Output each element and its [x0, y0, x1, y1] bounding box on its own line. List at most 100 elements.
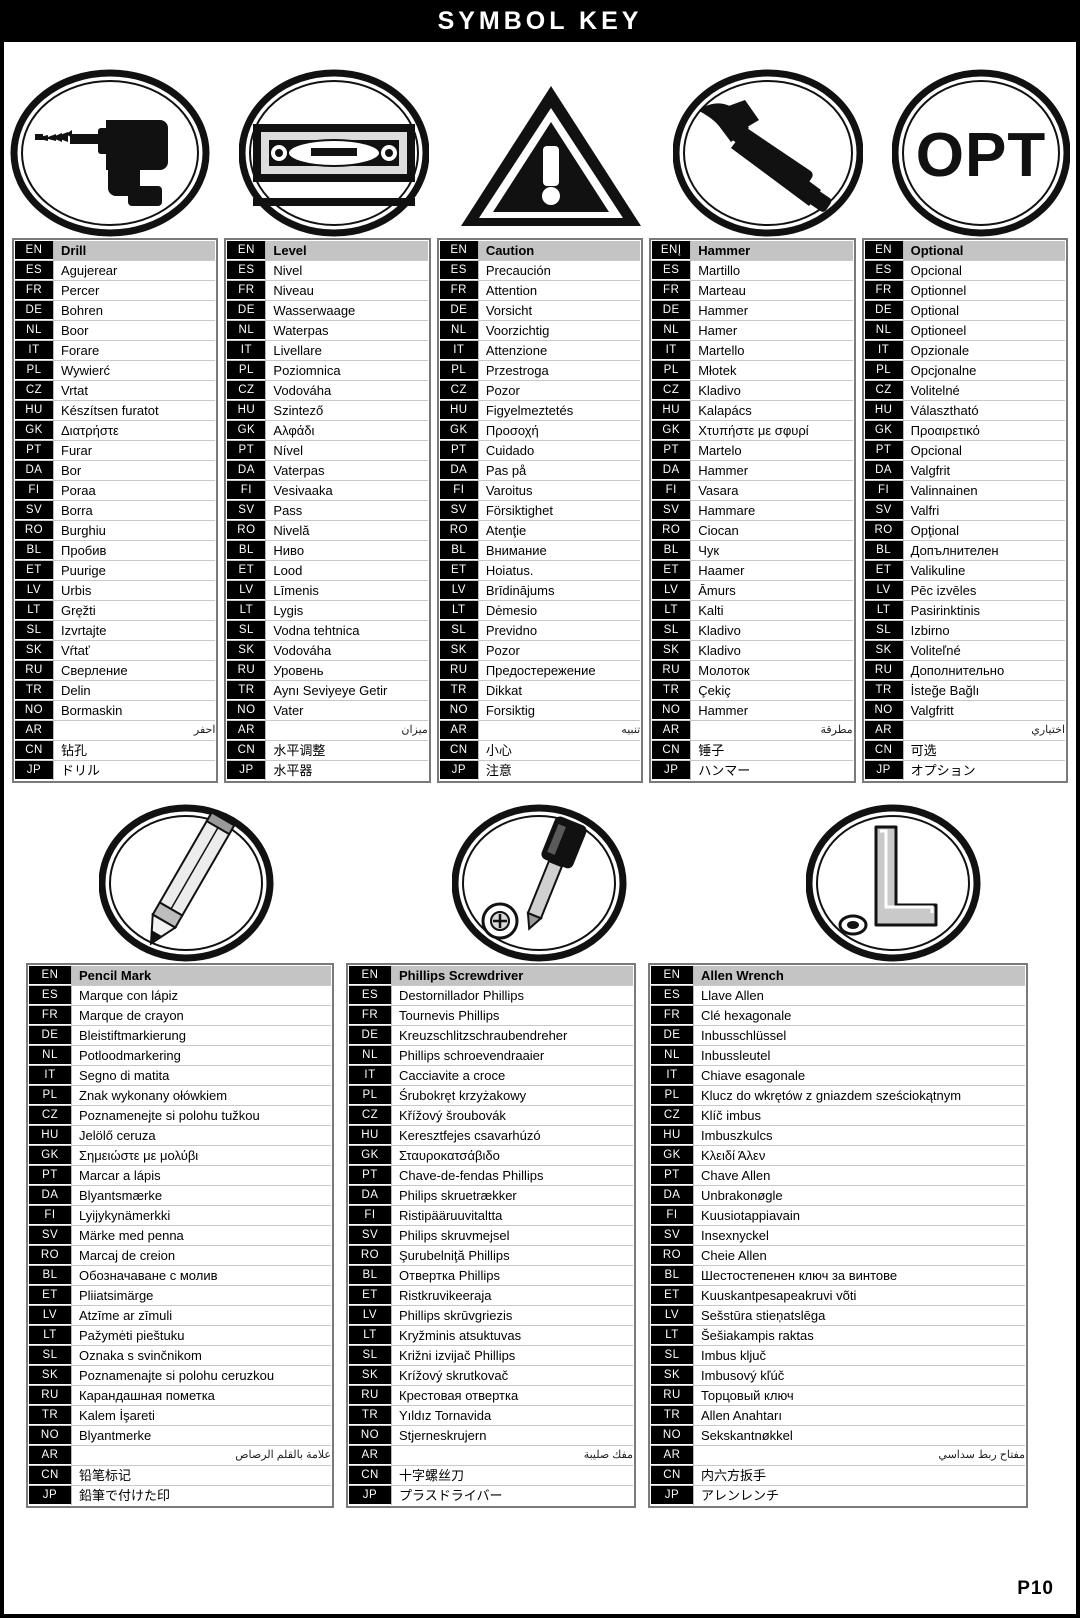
table-row: LV Brīdinājums [439, 581, 641, 601]
language-tables-row-1: EN Drill ES Agujerear FR Percer DE Bohren NL Boor… [4, 238, 1076, 783]
language-code-cell: CZ [439, 381, 478, 400]
term-cell: Figyelmeztetés [477, 401, 641, 420]
language-code-cell: ET [864, 561, 903, 580]
language-code-cell: DE [864, 301, 903, 320]
term-cell: Āmurs [690, 581, 853, 600]
language-code-cell: SK [29, 1366, 71, 1385]
language-code-cell: GK [652, 421, 691, 440]
term-cell: Młotek [690, 361, 853, 380]
table-row: JP 水平器 [227, 761, 428, 780]
table-row: AR مفك صليبة [349, 1446, 633, 1466]
language-code-cell: TR [349, 1406, 391, 1425]
language-code-cell: JP [227, 761, 266, 780]
language-code-cell: CZ [349, 1106, 391, 1125]
language-code-cell: RU [227, 661, 266, 680]
term-cell: Αλφάδι [265, 421, 428, 440]
term-cell: Yıldız Tornavida [391, 1406, 633, 1425]
term-cell: Vorsicht [477, 301, 641, 320]
term-cell: Opzionale [902, 341, 1066, 360]
table-row: PT Martelo [652, 441, 853, 461]
term-cell: Philips skruetrækker [391, 1186, 633, 1205]
term-cell: Poznamenejte si polohu tužkou [71, 1106, 331, 1125]
term-cell: Blyantsmærke [71, 1186, 331, 1205]
term-cell: 铅笔标记 [71, 1466, 331, 1485]
language-code-cell: SL [227, 621, 266, 640]
table-row: DE Optional [864, 301, 1066, 321]
term-cell: Izbirno [902, 621, 1066, 640]
table-row: ES Nivel [227, 261, 428, 281]
language-code-cell: SK [349, 1366, 391, 1385]
term-cell: Kreuzschlitzschraubendreher [391, 1026, 633, 1045]
language-code-cell: GK [15, 421, 53, 440]
table-row: EN Level [227, 241, 428, 261]
term-cell: ميزان [265, 721, 428, 740]
language-code-cell: NL [651, 1046, 693, 1065]
term-cell: Nivel [265, 261, 428, 280]
language-code-cell: LT [227, 601, 266, 620]
table-row: FI Valinnainen [864, 481, 1066, 501]
table-row: SV Pass [227, 501, 428, 521]
term-cell: Dėmesio [477, 601, 641, 620]
term-cell: Volitelné [902, 381, 1066, 400]
table-row: AR مطرقة [652, 721, 853, 741]
language-code-cell: CZ [864, 381, 903, 400]
language-code-cell: AR [15, 721, 53, 740]
term-cell: Śrubokręt krzyżakowy [391, 1086, 633, 1105]
table-row: CZ Křížový šroubovák [349, 1106, 633, 1126]
language-code-cell: SK [652, 641, 691, 660]
language-code-cell: AR [651, 1446, 693, 1465]
language-code-cell: IT [227, 341, 266, 360]
table-row: NO Forsiktig [439, 701, 641, 721]
term-cell: Znak wykonany ołówkiem [71, 1086, 331, 1105]
table-row: HU Keresztfejes csavarhúzó [349, 1126, 633, 1146]
term-cell: Sekskantnøkkel [693, 1426, 1025, 1445]
table-row: TR Aynı Seviyeye Getir [227, 681, 428, 701]
table-row: NL Voorzichtig [439, 321, 641, 341]
language-code-cell: SK [864, 641, 903, 660]
term-cell: Martillo [690, 261, 853, 280]
table-row: IT Opzionale [864, 341, 1066, 361]
language-code-cell: LT [864, 601, 903, 620]
language-code-cell: DE [227, 301, 266, 320]
language-code-cell: FR [439, 281, 478, 300]
language-code-cell: DA [651, 1186, 693, 1205]
term-cell: Imbus ključ [693, 1346, 1025, 1365]
term-cell: Blyantmerke [71, 1426, 331, 1445]
table-row: TR Yıldız Tornavida [349, 1406, 633, 1426]
term-cell: İsteğe Bağlı [902, 681, 1066, 700]
language-code-cell: NL [439, 321, 478, 340]
term-cell: 鉛筆で付けた印 [71, 1486, 331, 1505]
caution-triangle-icon [460, 86, 641, 226]
term-cell: Vater [265, 701, 428, 720]
table-row: BL Шестостепенен ключ за винтове [651, 1266, 1025, 1286]
language-code-cell: PT [652, 441, 691, 460]
language-code-cell: CN [864, 741, 903, 760]
term-cell: Ristipääruuvitaltta [391, 1206, 633, 1225]
language-code-cell: SV [864, 501, 903, 520]
table-row: NL Waterpas [227, 321, 428, 341]
language-code-cell: IT [651, 1066, 693, 1085]
table-row: NL Optioneel [864, 321, 1066, 341]
language-code-cell: IT [349, 1066, 391, 1085]
language-code-cell: CN [227, 741, 266, 760]
term-cell: Bohren [53, 301, 216, 320]
language-code-cell: SK [439, 641, 478, 660]
table-row: RU Молоток [652, 661, 853, 681]
language-code-cell: PL [439, 361, 478, 380]
term-cell: オプション [902, 761, 1066, 780]
table-row: DA Blyantsmærke [29, 1186, 331, 1206]
table-row: FI Ristipääruuvitaltta [349, 1206, 633, 1226]
language-code-cell: RU [29, 1386, 71, 1405]
language-code-cell: JP [651, 1486, 693, 1505]
language-code-cell: BL [349, 1266, 391, 1285]
language-code-cell: SL [652, 621, 691, 640]
term-cell: Martello [690, 341, 853, 360]
table-row: BL Допълнителен [864, 541, 1066, 561]
table-row: DE Kreuzschlitzschraubendreher [349, 1026, 633, 1046]
term-cell: Keresztfejes csavarhúzó [391, 1126, 633, 1145]
table-row: RO Marcaj de creion [29, 1246, 331, 1266]
language-code-cell: RO [439, 521, 478, 540]
term-cell: Cuidado [477, 441, 641, 460]
table-row: AR علامة بالقلم الرصاص [29, 1446, 331, 1466]
language-code-cell: ES [651, 986, 693, 1005]
